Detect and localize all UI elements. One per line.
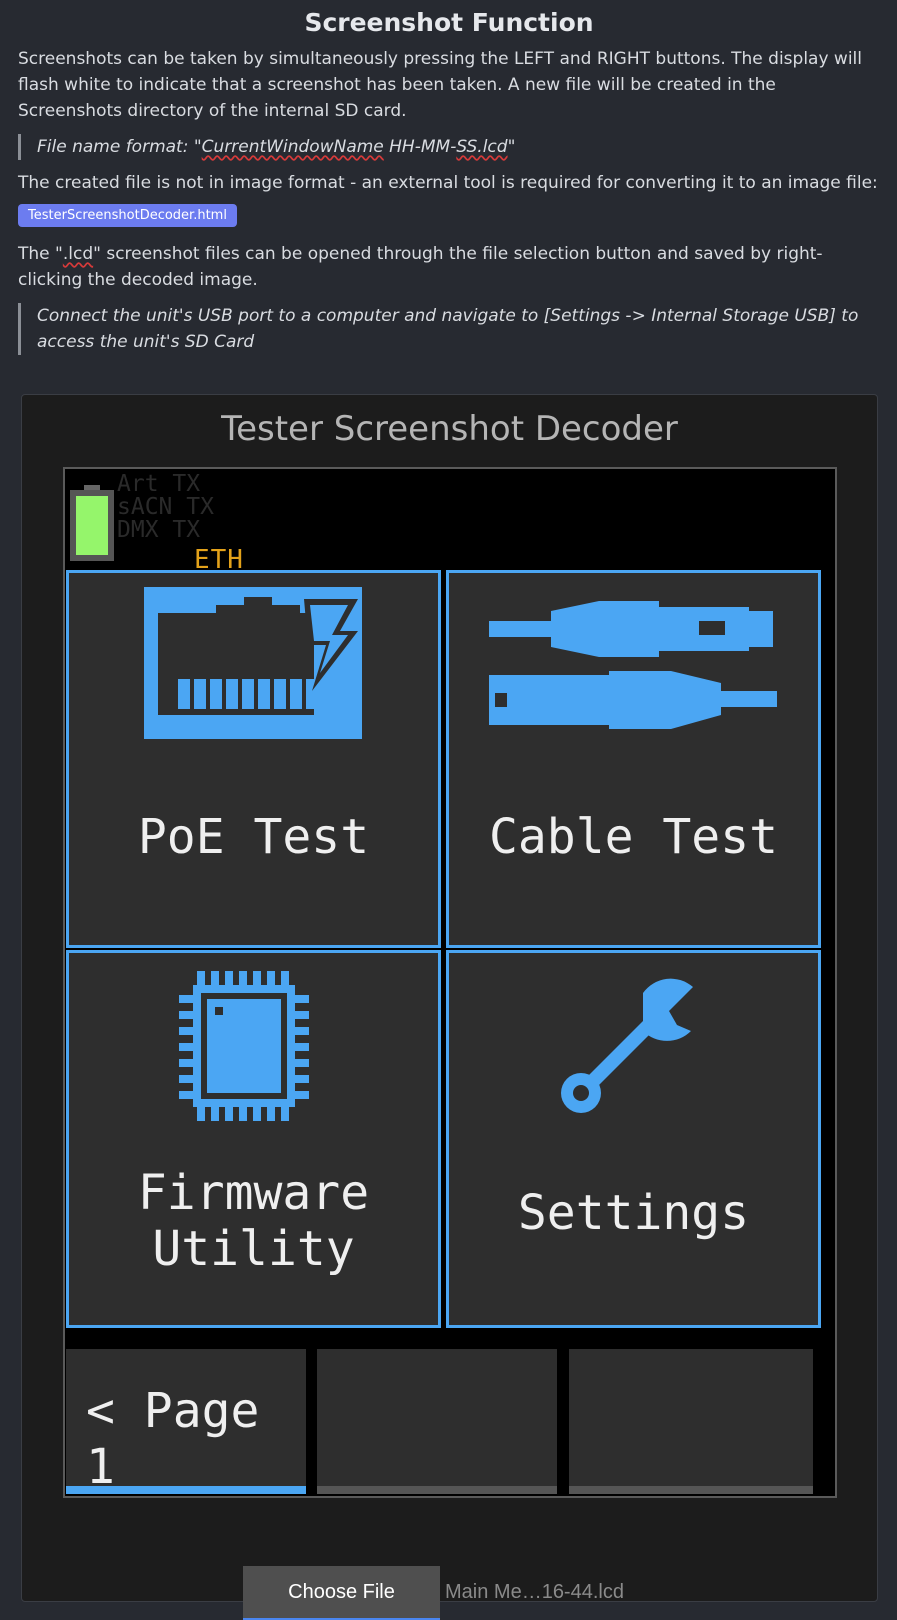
page-label: < Page 1	[86, 1383, 260, 1495]
note-mid: HH-MM-	[383, 137, 457, 157]
tx-sacn: sACN TX	[117, 494, 214, 520]
open-paragraph: The ".lcd" screenshot files can be opene…	[18, 241, 880, 293]
decoder-link-button[interactable]: TesterScreenshotDecoder.html	[18, 204, 237, 227]
documentation: Screenshot Function Screenshots can be t…	[18, 0, 880, 365]
page-nav-button[interactable]: < Page 1	[66, 1349, 306, 1495]
filename-format-note: File name format: "CurrentWindowName HH-…	[18, 134, 880, 160]
note-prefix: File name format: "	[37, 137, 202, 157]
cable-test-tile[interactable]: Cable Test	[446, 570, 821, 948]
ethernet-port-icon	[144, 587, 362, 739]
note-suffix: "	[507, 137, 516, 157]
poe-test-tile[interactable]: PoE Test	[66, 570, 441, 948]
wrench-icon	[561, 978, 693, 1113]
battery-icon	[70, 485, 114, 561]
footer-right-indicator	[569, 1486, 813, 1494]
cable-icon	[489, 601, 777, 729]
choose-file-button[interactable]: Choose File	[243, 1566, 440, 1620]
tx-art: Art TX	[117, 471, 201, 497]
settings-tile[interactable]: Settings	[446, 950, 821, 1328]
note-extension: SS.lcd	[456, 137, 508, 157]
status-bar: Art TX sACN TX DMX TX ETH	[65, 469, 835, 575]
poe-test-label: PoE Test	[137, 809, 370, 865]
firmware-label-line1: Firmware	[137, 1165, 370, 1221]
settings-label: Settings	[517, 1185, 750, 1241]
footer-middle-indicator	[317, 1486, 557, 1494]
chip-icon	[179, 971, 309, 1121]
open-ext: .lcd	[62, 244, 94, 264]
footer-button-right[interactable]	[569, 1349, 813, 1494]
decoder-panel: Tester Screenshot Decoder Art TX sACN TX D…	[21, 394, 878, 1620]
footer-button-middle[interactable]	[317, 1349, 557, 1494]
cable-test-label: Cable Test	[489, 809, 778, 865]
selected-file-name: Main Me…16-44.lcd	[445, 1581, 624, 1603]
firmware-label-line2: Utility	[152, 1221, 355, 1277]
open-prefix: The "	[18, 244, 63, 264]
converter-paragraph: The created file is not in image format …	[18, 173, 878, 193]
tx-status-lines: Art TX sACN TX DMX TX	[117, 473, 214, 542]
section-title: Screenshot Function	[304, 8, 594, 37]
page-nav-indicator	[66, 1486, 306, 1494]
open-suffix: " screenshot files can be opened through…	[18, 244, 823, 290]
firmware-utility-tile[interactable]: Firmware Utility	[66, 950, 441, 1328]
decoded-screen: Art TX sACN TX DMX TX ETH PoE Test Cable…	[63, 467, 837, 1498]
decoder-title: Tester Screenshot Decoder	[221, 409, 678, 449]
note-window-name: CurrentWindowName	[201, 137, 384, 157]
tx-dmx: DMX TX	[117, 517, 201, 543]
intro-paragraph: Screenshots can be taken by simultaneous…	[18, 49, 862, 121]
usb-note: Connect the unit's USB port to a compute…	[18, 303, 880, 355]
